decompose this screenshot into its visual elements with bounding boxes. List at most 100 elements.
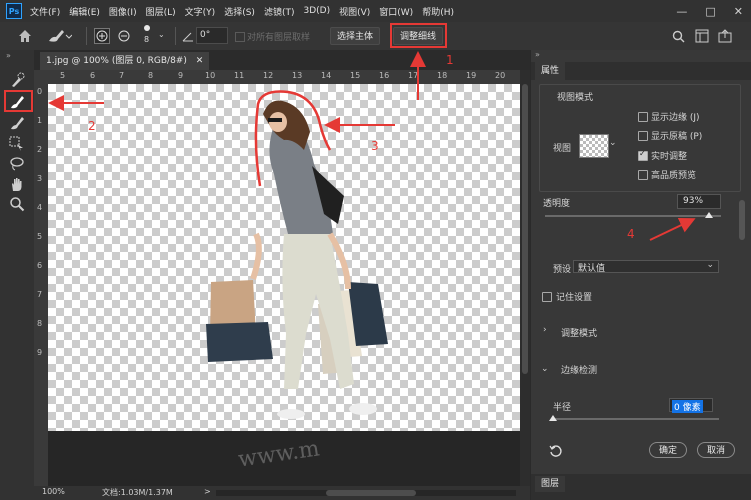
- annotation-number-1: 1: [446, 53, 454, 67]
- divider: [86, 27, 87, 45]
- preset-label: 预设: [553, 265, 572, 275]
- ruler-label: 13: [292, 71, 303, 80]
- ruler-label: 7: [37, 290, 43, 299]
- hand-tool-icon[interactable]: [9, 176, 25, 192]
- close-tab-icon[interactable]: ✕: [196, 56, 204, 66]
- object-selection-tool-icon[interactable]: [9, 136, 25, 152]
- zoom-tool-icon[interactable]: [9, 196, 25, 212]
- document-tab[interactable]: 1.jpg @ 100% (图层 0, RGB/8#) ✕: [40, 52, 210, 70]
- minimize-button[interactable]: —: [676, 5, 687, 18]
- brush-tool-icon[interactable]: [9, 115, 25, 131]
- restore-edge-icon[interactable]: [116, 28, 132, 44]
- maximize-button[interactable]: □: [705, 5, 715, 18]
- panel-scrollbar-thumb[interactable]: [739, 200, 745, 240]
- canvas-area[interactable]: www.m: [48, 84, 520, 486]
- ruler-label: 5: [37, 232, 43, 241]
- angle-input[interactable]: 0°: [196, 27, 228, 44]
- photoshop-logo: Ps: [6, 3, 22, 19]
- vertical-ruler: 0 1 2 3 4 5 6 7 8 9: [34, 84, 49, 486]
- ruler-label: 8: [37, 319, 43, 328]
- menu-type[interactable]: 文字(Y): [185, 5, 216, 18]
- opacity-slider-thumb[interactable]: [704, 212, 713, 218]
- opacity-slider-track[interactable]: [545, 215, 721, 217]
- annotation-number-2: 2: [88, 119, 96, 133]
- ruler-label: 14: [321, 71, 332, 80]
- realtime-label: 实时调整: [651, 152, 688, 162]
- realtime-checkbox[interactable]: [638, 149, 648, 161]
- adjust-mode-section[interactable]: 调整模式: [561, 326, 597, 339]
- show-edge-label: 显示边缘 (J): [651, 113, 700, 123]
- menu-window[interactable]: 窗口(W): [379, 5, 413, 18]
- ruler-label: 18: [437, 71, 448, 80]
- tools-panel: »: [0, 50, 35, 500]
- scrollbar-thumb[interactable]: [326, 490, 416, 496]
- preset-dropdown[interactable]: 默认值 ⌄: [573, 260, 719, 274]
- horizontal-ruler: 5 6 7 8 9 10 11 12 13 14 15 16 17 18 19 …: [48, 70, 520, 85]
- show-original-checkbox[interactable]: [638, 131, 648, 141]
- radius-label: 半径: [553, 403, 572, 413]
- high-quality-checkbox[interactable]: [638, 170, 648, 180]
- ok-button[interactable]: 确定: [649, 442, 687, 458]
- lasso-tool-icon[interactable]: [9, 156, 25, 172]
- radius-value: 0 像素: [672, 400, 703, 413]
- ruler-label: 2: [37, 145, 43, 154]
- brush-size-dot[interactable]: [144, 25, 150, 31]
- opacity-input[interactable]: 93%: [677, 194, 721, 209]
- expand-detection-icon[interactable]: [94, 28, 110, 44]
- scrollbar-thumb[interactable]: [522, 84, 528, 374]
- document-tab-bar: 1.jpg @ 100% (图层 0, RGB/8#) ✕: [34, 50, 530, 70]
- refine-brush-tool-icon[interactable]: [46, 28, 72, 44]
- vertical-scrollbar[interactable]: [520, 70, 530, 486]
- ruler-label: 4: [37, 203, 43, 212]
- tab-properties[interactable]: 属性: [535, 62, 566, 80]
- close-button[interactable]: ✕: [734, 5, 743, 18]
- brush-size-dropdown[interactable]: ⌄: [158, 30, 165, 39]
- menu-file[interactable]: 文件(F): [30, 5, 60, 18]
- horizontal-scrollbar[interactable]: [216, 490, 516, 496]
- cancel-button[interactable]: 取消: [697, 442, 735, 458]
- remember-settings-checkbox[interactable]: [542, 292, 552, 302]
- select-subject-button[interactable]: 选择主体: [330, 27, 380, 45]
- menu-image[interactable]: 图像(I): [109, 5, 137, 18]
- chevron-right-icon[interactable]: ›: [543, 325, 547, 335]
- angle-icon: [182, 32, 193, 42]
- show-edge-checkbox[interactable]: [638, 112, 648, 122]
- status-menu-arrow[interactable]: >: [204, 487, 211, 496]
- zoom-level[interactable]: 100%: [42, 487, 65, 496]
- properties-panel: » 属性 视图模式 视图 ⌄ 显示边缘 (J) 显示原稿 (P) 实时调整 高品…: [530, 50, 751, 500]
- menu-items: 文件(F) 编辑(E) 图像(I) 图层(L) 文字(Y) 选择(S) 滤镜(T…: [30, 0, 454, 22]
- chevron-down-icon: ⌄: [706, 260, 714, 270]
- ruler-label: 1: [37, 116, 43, 125]
- search-icon[interactable]: [672, 30, 685, 43]
- menu-edit[interactable]: 编辑(E): [69, 5, 100, 18]
- ruler-label: 12: [263, 71, 274, 80]
- annotation-number-3: 3: [371, 139, 379, 153]
- collapse-panel-icon[interactable]: »: [535, 50, 540, 59]
- ruler-corner: [34, 70, 48, 84]
- menu-select[interactable]: 选择(S): [224, 5, 255, 18]
- workspace-icon[interactable]: [695, 29, 709, 43]
- status-bar: 100% 文档:1.03M/1.37M >: [34, 486, 530, 500]
- quick-selection-tool-icon[interactable]: [9, 72, 25, 88]
- tab-layers[interactable]: 图层: [535, 476, 566, 492]
- reset-icon[interactable]: [549, 444, 562, 457]
- menu-view[interactable]: 视图(V): [339, 5, 370, 18]
- home-icon[interactable]: [18, 29, 32, 43]
- watermark: www.m: [236, 436, 322, 473]
- menu-3d[interactable]: 3D(D): [303, 6, 330, 16]
- edge-detection-section[interactable]: 边缘检测: [561, 363, 597, 376]
- view-thumbnail[interactable]: [579, 134, 609, 158]
- collapse-toolbar-icon[interactable]: »: [6, 51, 11, 60]
- radius-slider-track[interactable]: [551, 418, 719, 420]
- radius-slider-thumb[interactable]: [549, 415, 557, 421]
- radius-input[interactable]: 0 像素: [669, 398, 713, 413]
- chevron-down-icon[interactable]: ⌄: [541, 364, 549, 374]
- ruler-label: 19: [466, 71, 477, 80]
- sample-all-layers-checkbox[interactable]: [235, 32, 245, 42]
- view-dropdown-arrow[interactable]: ⌄: [609, 138, 617, 148]
- document-tab-title: 1.jpg @ 100% (图层 0, RGB/8#): [46, 56, 187, 66]
- menu-filter[interactable]: 滤镜(T): [264, 5, 295, 18]
- share-icon[interactable]: [718, 29, 734, 43]
- menu-layer[interactable]: 图层(L): [146, 5, 176, 18]
- menu-help[interactable]: 帮助(H): [422, 5, 454, 18]
